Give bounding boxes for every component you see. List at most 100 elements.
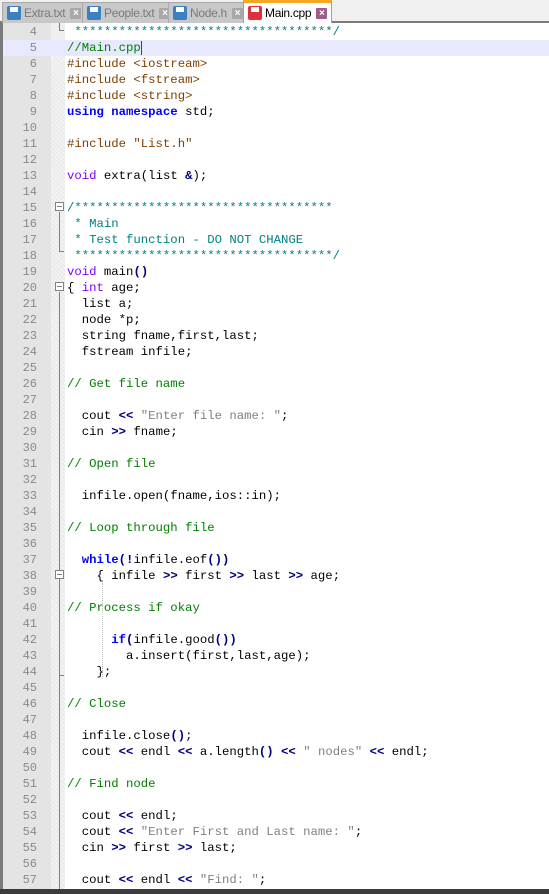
code-line[interactable]: 27	[3, 392, 549, 408]
line-number: 5	[29, 41, 37, 55]
code-line[interactable]: 21 list a;	[3, 296, 549, 312]
code-line[interactable]: 12	[3, 152, 549, 168]
code-line[interactable]: 31 // Open file	[3, 456, 549, 472]
tab-main-cpp[interactable]: Main.cpp ×	[243, 0, 333, 23]
code-line[interactable]: 22 node *p;	[3, 312, 549, 328]
code-line[interactable]: 57 cout << endl << "Find: ";	[3, 872, 549, 888]
code-line[interactable]: 32	[3, 472, 549, 488]
code-line[interactable]: 44 };	[3, 664, 549, 680]
code-token: using namespace	[67, 105, 178, 119]
code-token: endl;	[133, 809, 178, 823]
tab-people-txt[interactable]: People.txt ×	[82, 2, 176, 23]
code-line[interactable]: 26 // Get file name	[3, 376, 549, 392]
code-line[interactable]: 33 infile.open(fname,ios::in);	[3, 488, 549, 504]
code-editor[interactable]: 4 ***********************************/5 /…	[0, 23, 549, 890]
code-line[interactable]: 49 cout << endl << a.length() << " nodes…	[3, 744, 549, 760]
code-token: void	[67, 265, 97, 279]
code-line[interactable]: 7 #include <fstream>	[3, 72, 549, 88]
code-line[interactable]: 17 * Test function - DO NOT CHANGE	[3, 232, 549, 248]
code-token: <<	[118, 409, 134, 423]
code-line[interactable]: 54 cout << "Enter First and Last name: "…	[3, 824, 549, 840]
code-line[interactable]: 8 #include <string>	[3, 88, 549, 104]
window-bottom-border	[0, 889, 549, 894]
code-token: string fname,first,last;	[67, 329, 259, 343]
code-line[interactable]: 55 cin >> first >> last;	[3, 840, 549, 856]
code-line[interactable]: 13 void extra(list &);	[3, 168, 549, 184]
code-token: >>	[229, 569, 245, 583]
line-number: 14	[22, 185, 37, 199]
line-number: 10	[22, 121, 37, 135]
code-line[interactable]: 24 fstream infile;	[3, 344, 549, 360]
code-token: cout	[67, 409, 119, 423]
tab-node-h[interactable]: Node.h ×	[168, 2, 248, 23]
fold-toggle-icon[interactable]	[55, 202, 64, 211]
code-line[interactable]: 53 cout << endl;	[3, 808, 549, 824]
code-text: string fname,first,last;	[67, 328, 259, 344]
tab-extra-txt[interactable]: Extra.txt ×	[2, 2, 87, 23]
code-line[interactable]: 23 string fname,first,last;	[3, 328, 549, 344]
code-text: //Main.cpp	[67, 40, 142, 56]
line-number: 21	[22, 297, 37, 311]
code-line[interactable]: 46 // Close	[3, 696, 549, 712]
code-line[interactable]: 5 //Main.cpp	[3, 40, 549, 56]
code-token: #include <fstream>	[67, 73, 200, 87]
code-text: void main()	[67, 264, 148, 280]
code-line[interactable]: 35 // Loop through file	[3, 520, 549, 536]
line-number: 12	[22, 153, 37, 167]
code-token: if	[67, 633, 127, 647]
code-line[interactable]: 39	[3, 584, 549, 600]
line-number: 43	[22, 649, 37, 663]
floppy-disk-icon	[87, 6, 101, 20]
code-line[interactable]: 36	[3, 536, 549, 552]
code-line[interactable]: 6 #include <iostream>	[3, 56, 549, 72]
code-line[interactable]: 48 infile.close();	[3, 728, 549, 744]
line-number: 35	[22, 521, 37, 535]
code-line[interactable]: 29 cin >> fname;	[3, 424, 549, 440]
code-line[interactable]: 18 ***********************************/	[3, 248, 549, 264]
code-line[interactable]: 38 { infile >> first >> last >> age;	[3, 568, 549, 584]
code-line[interactable]: 37 while(!infile.eof())	[3, 552, 549, 568]
code-line[interactable]: 43 a.insert(first,last,age);	[3, 648, 549, 664]
code-line[interactable]: 4 ***********************************/	[3, 24, 549, 40]
fold-toggle-icon[interactable]	[55, 570, 64, 579]
code-line[interactable]: 47	[3, 712, 549, 728]
code-token: <<	[118, 809, 134, 823]
code-line[interactable]: 19 void main()	[3, 264, 549, 280]
code-text: cin >> first >> last;	[67, 840, 237, 856]
code-line[interactable]: 45	[3, 680, 549, 696]
code-line[interactable]: 28 cout << "Enter file name: ";	[3, 408, 549, 424]
line-number: 29	[22, 425, 37, 439]
line-number: 46	[22, 697, 37, 711]
code-line[interactable]: 51 // Find node	[3, 776, 549, 792]
line-number: 32	[22, 473, 37, 487]
code-line[interactable]: 10	[3, 120, 549, 136]
code-line[interactable]: 56	[3, 856, 549, 872]
fold-toggle-icon[interactable]	[55, 282, 64, 291]
close-icon[interactable]: ×	[316, 7, 328, 19]
code-text: // Find node	[67, 776, 156, 792]
code-line[interactable]: 41	[3, 616, 549, 632]
code-text: while(!infile.eof())	[67, 552, 230, 568]
code-line[interactable]: 42 if(infile.good())	[3, 632, 549, 648]
code-line[interactable]: 14	[3, 184, 549, 200]
code-line[interactable]: 40 // Process if okay	[3, 600, 549, 616]
code-text: cout << "Enter First and Last name: ";	[67, 824, 362, 840]
code-line[interactable]: 30	[3, 440, 549, 456]
code-line[interactable]: 15 /***********************************	[3, 200, 549, 216]
line-number: 28	[22, 409, 37, 423]
line-number: 31	[22, 457, 37, 471]
code-line[interactable]: 11 #include "List.h"	[3, 136, 549, 152]
code-token: >>	[111, 841, 127, 855]
code-line[interactable]: 9 using namespace std;	[3, 104, 549, 120]
code-line[interactable]: 20 { int age;	[3, 280, 549, 296]
code-line[interactable]: 50	[3, 760, 549, 776]
code-line[interactable]: 25	[3, 360, 549, 376]
close-icon[interactable]: ×	[70, 7, 82, 19]
code-text: a.insert(first,last,age);	[67, 648, 311, 664]
code-line[interactable]: 16 * Main	[3, 216, 549, 232]
fold-line	[59, 212, 60, 251]
code-line[interactable]: 52	[3, 792, 549, 808]
code-line[interactable]: 34	[3, 504, 549, 520]
close-icon[interactable]: ×	[231, 7, 243, 19]
